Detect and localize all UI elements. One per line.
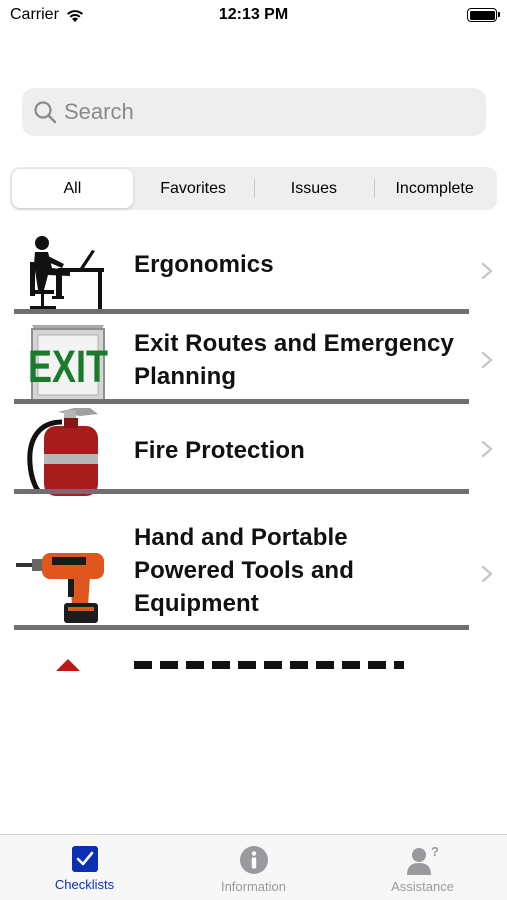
person-question-icon: ? [406, 845, 439, 875]
hazard-icon [56, 659, 80, 671]
svg-text:?: ? [431, 845, 439, 859]
row-separator [14, 489, 469, 494]
segment-incomplete[interactable]: Incomplete [374, 169, 495, 208]
svg-text:EXIT: EXIT [28, 341, 108, 392]
filter-segmented-control: All Favorites Issues Incomplete [10, 167, 497, 210]
tab-label: Checklists [54, 877, 115, 892]
checklist-list: Ergonomics EXIT Exit Routes and Emergenc… [0, 222, 507, 810]
tab-label: Information [220, 879, 287, 894]
search-input[interactable] [64, 99, 464, 125]
segment-favorites[interactable]: Favorites [133, 169, 254, 208]
tab-checklists[interactable]: Checklists [0, 835, 169, 900]
clock: 12:13 PM [218, 6, 289, 23]
chevron-right-icon [481, 565, 493, 583]
battery-icon [467, 8, 500, 22]
list-item-title: Hand and Portable Powered Tools and Equi… [134, 524, 354, 617]
tab-bar: Checklists Information ? Assistance [0, 834, 507, 900]
ergonomics-icon [28, 236, 104, 314]
chevron-right-icon [481, 262, 493, 280]
list-item-title: Ergonomics [134, 251, 274, 278]
segment-issues[interactable]: Issues [253, 169, 375, 208]
list-item-title: Exit Routes and Emergency Planning [134, 330, 454, 390]
fire-extinguisher-icon [27, 408, 98, 496]
power-drill-icon [16, 553, 104, 623]
row-separator [14, 625, 469, 630]
info-icon [239, 846, 268, 874]
tab-label: Assistance [391, 879, 454, 894]
search-bar[interactable] [22, 88, 486, 136]
list-item-title: Fire Protection [134, 437, 305, 464]
status-bar: Carrier 12:13 PM [0, 0, 507, 32]
tab-assistance[interactable]: ? Assistance [338, 835, 507, 900]
segment-all[interactable]: All [12, 169, 133, 208]
partial-title-fragment [134, 661, 404, 669]
chevron-right-icon [481, 351, 493, 369]
chevron-right-icon [481, 440, 493, 458]
list-item-powered-tools[interactable]: Hand and Portable Powered Tools and Equi… [0, 501, 507, 661]
tab-information[interactable]: Information [169, 835, 338, 900]
list-item-partial[interactable] [0, 657, 507, 697]
search-icon [34, 101, 57, 124]
checkbox-icon [71, 846, 98, 872]
exit-sign-icon: EXIT [28, 325, 108, 402]
